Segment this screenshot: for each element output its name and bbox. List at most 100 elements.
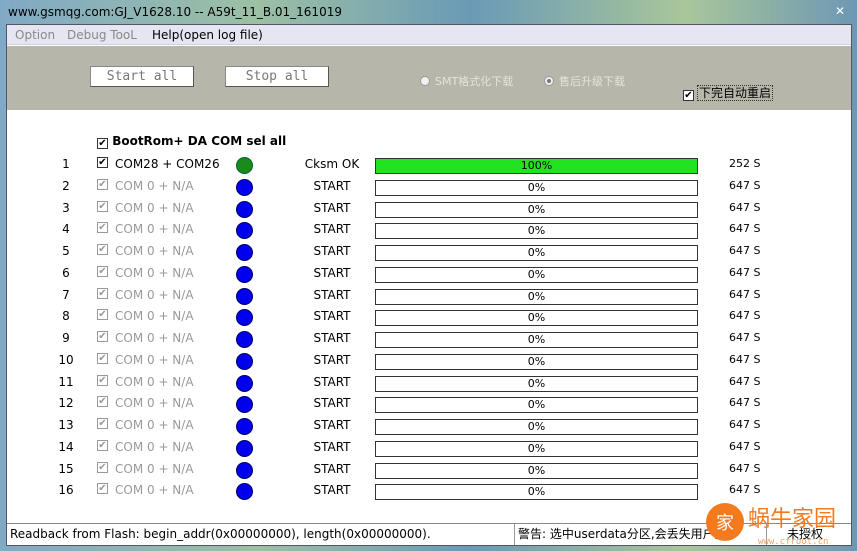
svg-text:www.cfroot.cn: www.cfroot.cn: [758, 537, 828, 547]
elapsed-time: 647 S: [729, 287, 761, 301]
port-state: START: [313, 287, 351, 302]
row-number: 16: [58, 483, 74, 498]
checkbox-icon: ✔: [683, 90, 694, 101]
progress-bar: 0%: [375, 288, 698, 305]
progress-text: 0%: [527, 180, 546, 194]
status-indicator-icon: [236, 483, 253, 501]
progress-text: 0%: [527, 311, 546, 325]
progress-text: 0%: [527, 202, 546, 216]
progress-bar: 0%: [375, 201, 698, 218]
port-checkbox[interactable]: ✔: [97, 178, 108, 190]
elapsed-time: 647 S: [729, 352, 761, 366]
elapsed-time: 647 S: [729, 222, 761, 236]
port-checkbox[interactable]: ✔: [97, 374, 108, 386]
progress-text: 0%: [527, 333, 546, 346]
port-label: COM 0 + N/A: [115, 331, 194, 345]
progress-bar: 100%: [375, 158, 698, 174]
status-indicator-icon: [236, 418, 253, 435]
row-number: 3: [62, 200, 70, 215]
port-label: COM 0 + N/A: [115, 374, 194, 389]
port-checkbox[interactable]: ✔: [97, 222, 108, 234]
port-checkbox[interactable]: ✔: [97, 439, 108, 451]
status-indicator-icon: [236, 287, 253, 305]
progress-bar: 0%: [375, 179, 698, 196]
port-checkbox[interactable]: ✔: [97, 461, 108, 473]
row-number: 11: [58, 374, 74, 389]
port-checkbox[interactable]: ✔: [97, 244, 108, 255]
port-label: COM 0 + N/A: [115, 287, 194, 302]
port-label: COM 0 + N/A: [115, 352, 194, 367]
row-number: 15: [58, 461, 74, 476]
port-state: START: [313, 374, 351, 389]
elapsed-time: 647 S: [729, 200, 761, 214]
radio-smt-format[interactable]: SMT格式化下载: [420, 73, 513, 89]
status-readback: Readback from Flash: begin_addr(0x000000…: [7, 524, 515, 545]
progress-text: 0%: [527, 354, 546, 368]
port-checkbox[interactable]: ✔: [97, 396, 108, 408]
elapsed-time: 647 S: [729, 483, 761, 497]
progress-bar: 0%: [375, 484, 698, 501]
port-state: START: [313, 396, 351, 411]
status-indicator-icon: [236, 244, 253, 261]
port-label: COM 0 + N/A: [115, 244, 194, 258]
select-all-checkbox[interactable]: ✔ BootRom+ DA COM sel all: [97, 134, 286, 149]
status-indicator-icon: [236, 352, 253, 370]
port-state: START: [313, 265, 351, 280]
port-label: COM 0 + N/A: [115, 200, 194, 215]
checkbox-icon: ✔: [97, 138, 108, 149]
row-number: 5: [62, 244, 70, 258]
port-label: COM 0 + N/A: [115, 418, 194, 432]
row-number: 7: [62, 287, 70, 302]
port-row: 12 ✔ COM 0 + N/A START 0% 647 S: [7, 394, 851, 414]
menu-option[interactable]: Option: [15, 28, 55, 42]
row-number: 4: [62, 222, 70, 237]
svg-text:蜗牛家园: 蜗牛家园: [748, 507, 836, 532]
port-checkbox[interactable]: ✔: [97, 352, 108, 364]
elapsed-time: 647 S: [729, 374, 761, 388]
port-state: START: [313, 483, 351, 498]
auto-reboot-checkbox[interactable]: ✔ 下完自动重启: [683, 84, 774, 101]
elapsed-time: 647 S: [729, 461, 761, 475]
row-number: 13: [58, 418, 74, 432]
row-number: 12: [58, 396, 74, 411]
port-checkbox[interactable]: ✔: [97, 265, 108, 277]
radio-after-sale[interactable]: 售后升级下载: [544, 73, 625, 89]
stop-all-button[interactable]: Stop all: [225, 66, 329, 87]
radio-selected-icon: [544, 76, 554, 86]
port-label: COM 0 + N/A: [115, 483, 194, 498]
port-row: 2 ✔ COM 0 + N/A START 0% 647 S: [7, 177, 851, 197]
port-state: Cksm OK: [304, 157, 360, 171]
menu-debug-tool[interactable]: Debug TooL: [67, 28, 137, 42]
status-indicator-icon: [236, 461, 253, 479]
status-indicator-icon: [236, 178, 253, 196]
title-bar: www.gsmqg.com:GJ_V1628.10 -- A59t_11_B.0…: [0, 0, 857, 24]
close-button[interactable]: ✕: [826, 4, 854, 20]
progress-text: 0%: [527, 398, 546, 412]
port-checkbox[interactable]: ✔: [97, 157, 108, 168]
window-title: www.gsmqg.com:GJ_V1628.10 -- A59t_11_B.0…: [8, 5, 342, 19]
port-checkbox[interactable]: ✔: [97, 418, 108, 429]
port-checkbox[interactable]: ✔: [97, 483, 108, 495]
elapsed-time: 647 S: [729, 178, 761, 192]
progress-text: 0%: [527, 267, 546, 281]
port-state: START: [313, 461, 351, 476]
port-label: COM 0 + N/A: [115, 309, 194, 324]
row-number: 9: [62, 331, 70, 345]
progress-text: 0%: [527, 420, 546, 433]
port-row: 15 ✔ COM 0 + N/A START 0% 647 S: [7, 460, 851, 480]
progress-bar: 0%: [375, 397, 698, 414]
row-number: 6: [62, 265, 70, 280]
port-row: 9 ✔ COM 0 + N/A START 0% 647 S: [7, 329, 851, 349]
port-checkbox[interactable]: ✔: [97, 309, 108, 321]
port-checkbox[interactable]: ✔: [97, 331, 108, 342]
port-label: COM28 + COM26: [115, 157, 220, 171]
progress-bar: 0%: [375, 462, 698, 479]
port-checkbox[interactable]: ✔: [97, 200, 108, 212]
progress-bar: 0%: [375, 223, 698, 240]
port-row: 11 ✔ COM 0 + N/A START 0% 647 S: [7, 373, 851, 393]
progress-bar: 0%: [375, 440, 698, 457]
port-row: 13 ✔ COM 0 + N/A START 0% 647 S: [7, 416, 851, 436]
start-all-button[interactable]: Start all: [90, 66, 194, 87]
port-checkbox[interactable]: ✔: [97, 287, 108, 299]
menu-help[interactable]: Help(open log file): [152, 28, 263, 42]
